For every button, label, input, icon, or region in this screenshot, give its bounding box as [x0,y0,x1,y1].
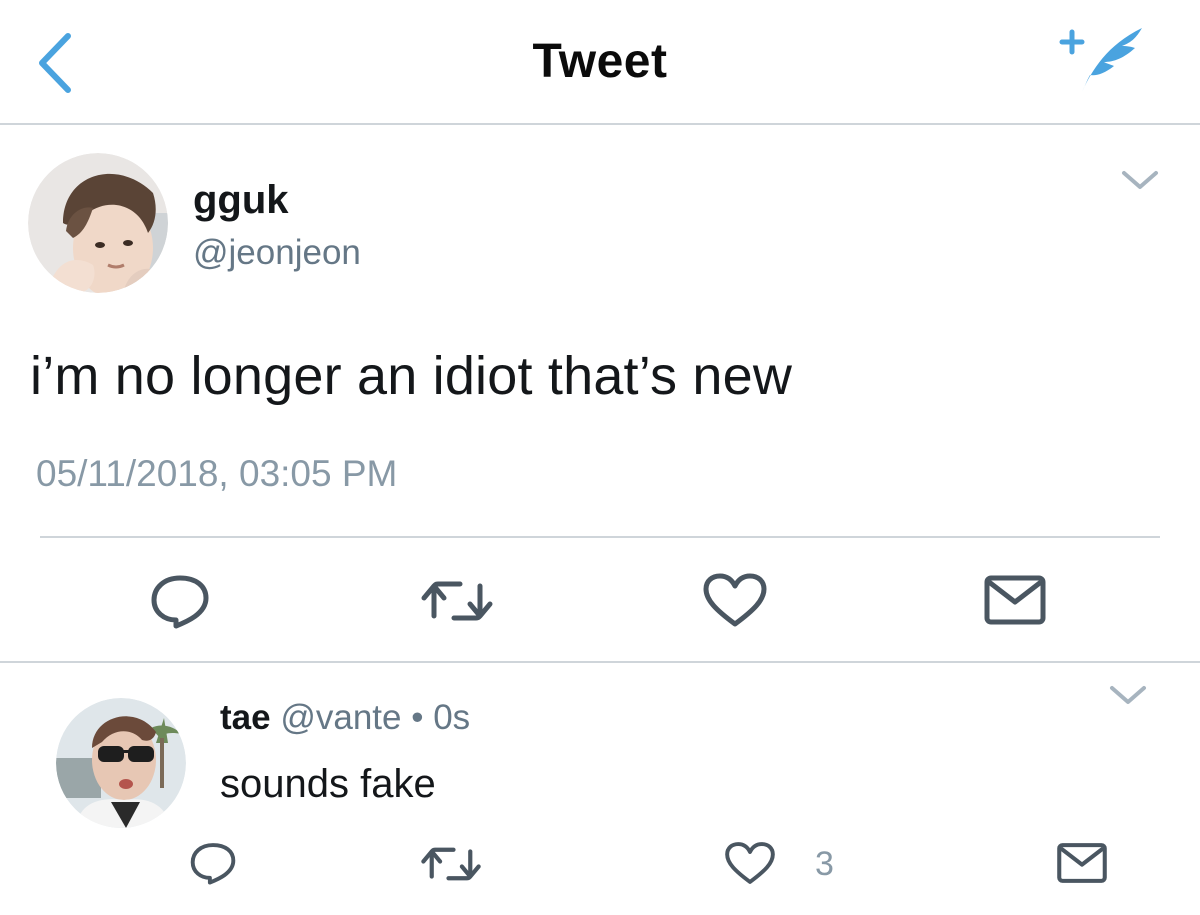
retweet-button[interactable] [420,843,482,885]
like-button[interactable] [702,572,768,628]
compose-quill-icon [1059,28,1142,92]
heart-icon [703,573,767,627]
divider [40,536,1160,538]
reply-button[interactable] [188,840,238,886]
chevron-down-icon [1122,171,1158,189]
retweet-button[interactable] [420,576,494,626]
envelope-icon [984,575,1046,625]
profile-photo-image [56,698,186,828]
tweet-text: i’m no longer an idiot that’s new [30,346,793,406]
reply-icon [151,575,209,629]
like-button[interactable] [724,840,776,886]
relative-time: 0s [433,698,471,737]
envelope-icon [1057,843,1107,883]
heart-icon [725,842,775,884]
share-via-message-button[interactable] [983,574,1047,626]
username-handle[interactable]: @jeonjeon [193,233,361,273]
tweet-detail-screen: Tweet gguk @jeonjeon i’m no longer an id… [0,0,1200,915]
page-title: Tweet [532,35,668,88]
separator-dot: • [411,698,424,737]
username-handle[interactable]: @vante [280,698,401,737]
avatar[interactable] [56,698,186,828]
retweet-icon [421,847,481,881]
chevron-down-icon [1110,686,1146,704]
reply-menu-button[interactable] [1106,680,1150,710]
share-via-message-button[interactable] [1056,840,1108,886]
avatar[interactable] [28,153,168,293]
tweet-timestamp: 05/11/2018, 03:05 PM [36,453,398,494]
top-nav-bar: Tweet [0,0,1200,125]
reply-icon [190,843,236,885]
display-name[interactable]: gguk [193,178,289,223]
reply-button[interactable] [148,572,212,630]
reply-author-line: tae @vante • 0s [220,698,470,738]
reply-text: sounds fake [220,762,436,806]
compose-tweet-button[interactable] [1052,20,1152,100]
like-count: 3 [815,845,834,883]
profile-photo-image [28,153,168,293]
display-name[interactable]: tae [220,698,271,737]
tweet-menu-button[interactable] [1118,165,1162,195]
retweet-icon [421,581,493,621]
divider [0,661,1200,663]
